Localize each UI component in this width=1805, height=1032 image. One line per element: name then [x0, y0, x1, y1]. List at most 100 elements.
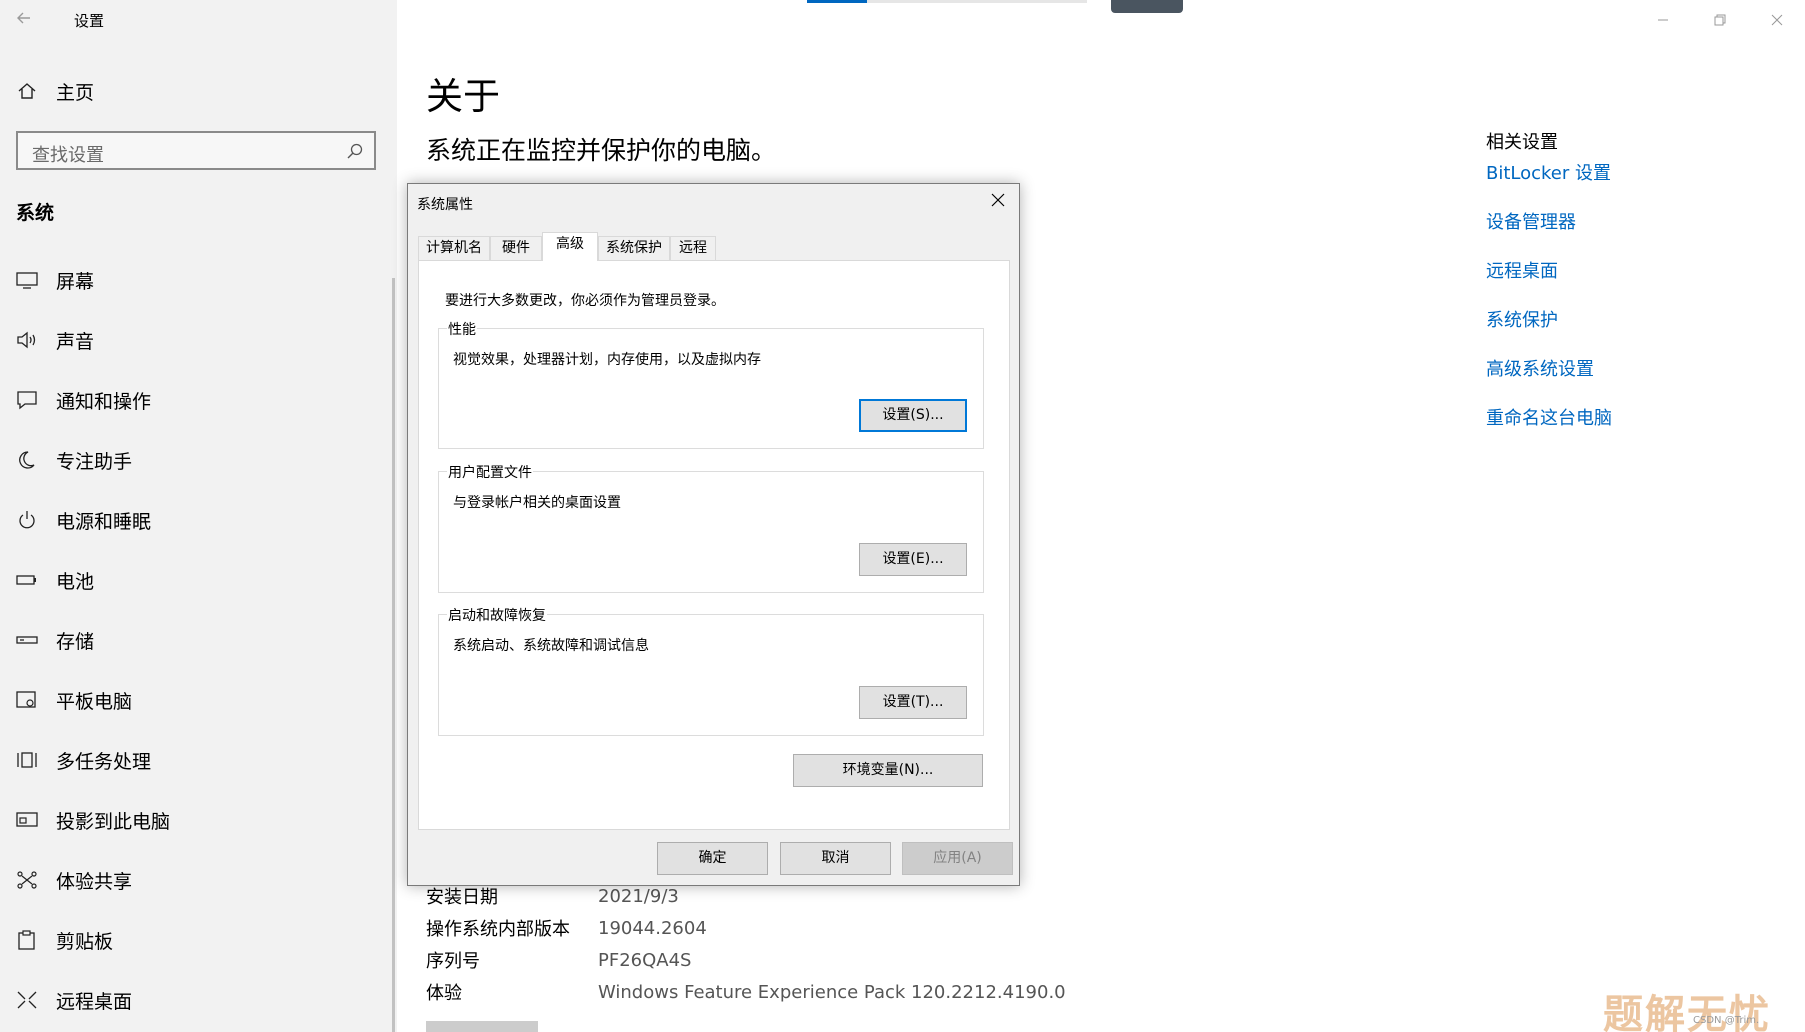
tab-computer-name[interactable]: 计算机名 — [418, 236, 490, 260]
admin-note: 要进行大多数更改，你必须作为管理员登录。 — [445, 293, 725, 309]
sidebar-item-display[interactable]: 屏幕 — [14, 250, 394, 310]
dialog-close-icon[interactable] — [987, 191, 1009, 213]
sidebar-item-label: 远程桌面 — [56, 990, 133, 1013]
sidebar-item-label: 存储 — [56, 630, 95, 653]
group-description: 系统启动、系统故障和调试信息 — [453, 638, 649, 654]
back-arrow-icon[interactable] — [14, 8, 38, 32]
sidebar-item-power[interactable]: 电源和睡眠 — [14, 490, 394, 550]
info-value: Windows Feature Experience Pack 120.2212… — [598, 981, 1066, 1003]
minimize-icon[interactable] — [1634, 0, 1691, 40]
apply-button[interactable]: 应用(A) — [902, 842, 1013, 875]
sidebar-item-storage[interactable]: 存储 — [14, 610, 394, 670]
info-value: 2021/9/3 — [598, 885, 679, 907]
sidebar-item-shared-experiences[interactable]: 体验共享 — [14, 850, 394, 910]
notification-icon — [14, 389, 40, 411]
sidebar-scrollbar[interactable] — [392, 278, 395, 1032]
tab-system-protection[interactable]: 系统保护 — [598, 236, 670, 260]
speaker-icon — [14, 329, 40, 351]
link-system-protection[interactable]: 系统保护 — [1486, 307, 1612, 356]
sidebar-item-label: 主页 — [56, 81, 95, 104]
project-icon — [14, 809, 40, 831]
info-value: 19044.2604 — [598, 917, 707, 939]
sidebar-item-label: 平板电脑 — [56, 690, 133, 713]
page-title: 关于 — [426, 75, 500, 118]
progress-strip — [807, 0, 1087, 3]
sidebar-item-label: 投影到此电脑 — [56, 810, 171, 833]
cancel-button[interactable]: 取消 — [780, 842, 891, 875]
environment-variables-button[interactable]: 环境变量(N)... — [793, 754, 983, 787]
related-settings-links: BitLocker 设置 设备管理器 远程桌面 系统保护 高级系统设置 重命名这… — [1486, 160, 1612, 454]
sidebar-item-clipboard[interactable]: 剪贴板 — [14, 910, 394, 970]
ok-button[interactable]: 确定 — [657, 842, 768, 875]
multitask-icon — [14, 749, 40, 771]
link-device-manager[interactable]: 设备管理器 — [1486, 209, 1612, 258]
group-description: 与登录帐户相关的桌面设置 — [453, 495, 621, 511]
tab-advanced[interactable]: 高级 — [542, 232, 598, 261]
home-icon — [14, 80, 40, 102]
user-profiles-group: 用户配置文件 与登录帐户相关的桌面设置 设置(E)... — [438, 462, 984, 593]
search-placeholder: 查找设置 — [32, 145, 104, 166]
sidebar-item-battery[interactable]: 电池 — [14, 550, 394, 610]
app-title: 设置 — [74, 12, 105, 30]
startup-recovery-settings-button[interactable]: 设置(T)... — [859, 686, 967, 719]
sidebar-item-label: 电源和睡眠 — [56, 510, 152, 533]
info-key: 安装日期 — [426, 887, 498, 908]
sidebar-nav: 屏幕 声音 通知和操作 专注助手 电源和睡眠 电池 存储 平板电脑 多任务处理 … — [14, 250, 394, 1030]
related-settings-title: 相关设置 — [1486, 132, 1558, 153]
search-icon — [346, 142, 364, 160]
system-properties-dialog: 系统属性 计算机名 硬件 高级 系统保护 远程 要进行大多数更改，你必须作为管理… — [407, 183, 1020, 886]
sidebar: 设置 主页 查找设置 系统 屏幕 声音 通知和操作 专注助手 电源和睡眠 电池 … — [0, 0, 397, 1032]
close-icon[interactable] — [1748, 0, 1805, 40]
sidebar-item-remote-desktop[interactable]: 远程桌面 — [14, 970, 394, 1030]
sidebar-item-multitasking[interactable]: 多任务处理 — [14, 730, 394, 790]
link-remote-desktop[interactable]: 远程桌面 — [1486, 258, 1612, 307]
link-rename-pc[interactable]: 重命名这台电脑 — [1486, 405, 1612, 454]
progress-accent — [807, 0, 867, 3]
windows-spec-info: 安装日期 2021/9/3 操作系统内部版本 19044.2604 序列号 PF26Q… — [426, 880, 1066, 1008]
sidebar-item-label: 通知和操作 — [56, 390, 152, 413]
sidebar-item-label: 屏幕 — [56, 270, 95, 293]
sidebar-item-home[interactable]: 主页 — [14, 76, 374, 106]
sidebar-item-label: 声音 — [56, 330, 95, 353]
remote-icon — [14, 989, 40, 1011]
security-status-text: 系统正在监控并保护你的电脑。 — [426, 136, 777, 165]
sidebar-item-label: 体验共享 — [56, 870, 133, 893]
watermark-small: CSDN @Trim. — [1693, 1015, 1760, 1026]
search-input[interactable]: 查找设置 — [16, 131, 376, 170]
tablet-icon — [14, 689, 40, 711]
top-badge — [1111, 0, 1183, 13]
group-description: 视觉效果，处理器计划，内存使用，以及虚拟内存 — [453, 352, 761, 368]
performance-settings-button[interactable]: 设置(S)... — [859, 399, 967, 432]
title-bar: 设置 — [0, 0, 397, 40]
link-advanced-system-settings[interactable]: 高级系统设置 — [1486, 356, 1612, 405]
sidebar-item-label: 专注助手 — [56, 450, 133, 473]
performance-group: 性能 视觉效果，处理器计划，内存使用，以及虚拟内存 设置(S)... — [438, 319, 984, 449]
link-bitlocker[interactable]: BitLocker 设置 — [1486, 160, 1612, 209]
sidebar-item-sound[interactable]: 声音 — [14, 310, 394, 370]
storage-icon — [14, 629, 40, 651]
power-icon — [14, 509, 40, 531]
sidebar-item-label: 剪贴板 — [56, 930, 114, 953]
moon-icon — [14, 449, 40, 471]
clipboard-icon — [14, 929, 40, 951]
section-title: 系统 — [16, 202, 55, 224]
advanced-tab-panel: 要进行大多数更改，你必须作为管理员登录。 性能 视觉效果，处理器计划，内存使用，… — [418, 260, 1010, 830]
copy-button-partial[interactable] — [426, 1021, 538, 1032]
restore-icon[interactable] — [1691, 0, 1748, 40]
group-title: 性能 — [447, 319, 477, 339]
info-key: 序列号 — [426, 951, 480, 972]
sidebar-item-tablet[interactable]: 平板电脑 — [14, 670, 394, 730]
sidebar-item-project[interactable]: 投影到此电脑 — [14, 790, 394, 850]
sidebar-item-label: 多任务处理 — [56, 750, 152, 773]
info-key: 体验 — [426, 983, 462, 1004]
tab-hardware[interactable]: 硬件 — [490, 236, 542, 260]
sidebar-item-notifications[interactable]: 通知和操作 — [14, 370, 394, 430]
group-title: 用户配置文件 — [447, 462, 533, 482]
dialog-title: 系统属性 — [417, 197, 473, 213]
battery-icon — [14, 569, 40, 591]
startup-recovery-group: 启动和故障恢复 系统启动、系统故障和调试信息 设置(T)... — [438, 605, 984, 736]
user-profiles-settings-button[interactable]: 设置(E)... — [859, 543, 967, 576]
sidebar-item-focus-assist[interactable]: 专注助手 — [14, 430, 394, 490]
tab-remote[interactable]: 远程 — [670, 236, 716, 260]
window-controls — [1634, 0, 1805, 40]
